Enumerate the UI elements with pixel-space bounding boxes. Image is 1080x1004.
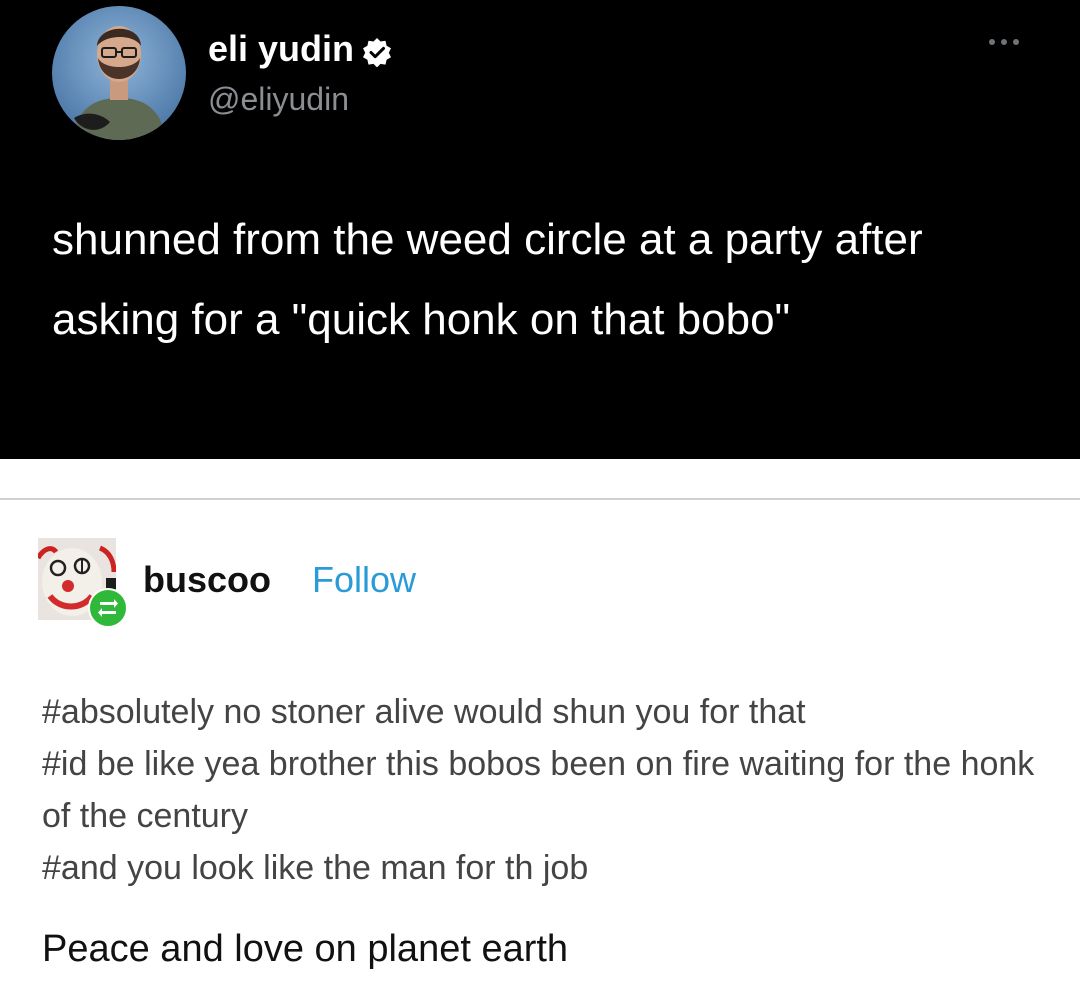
tweet-avatar[interactable]	[52, 6, 186, 140]
tag-item[interactable]: #and you look like the man for th job	[42, 842, 1042, 894]
avatar-photo	[52, 6, 186, 140]
tag-item[interactable]: #absolutely no stoner alive would shun y…	[42, 686, 1042, 738]
post-comment: Peace and love on planet earth	[42, 928, 569, 970]
divider	[0, 498, 1080, 500]
tweet-text: shunned from the weed circle at a party …	[52, 215, 923, 344]
tweet-handle[interactable]: @eliyudin	[208, 80, 349, 118]
reblog-icon	[88, 588, 128, 628]
tumblr-username[interactable]: buscoo	[143, 558, 271, 602]
tag-item[interactable]: #id be like yea brother this bobos been …	[42, 738, 1042, 842]
post-tags: #absolutely no stoner alive would shun y…	[42, 686, 1042, 894]
verified-badge-icon	[362, 34, 392, 68]
more-options-icon[interactable]	[984, 32, 1024, 52]
follow-button[interactable]: Follow	[312, 558, 416, 602]
tweet-card: eli yudin @eliyudin shunned from the wee…	[0, 0, 1080, 459]
tweet-author[interactable]: eli yudin	[208, 28, 392, 70]
display-name[interactable]: eli yudin	[208, 28, 354, 70]
